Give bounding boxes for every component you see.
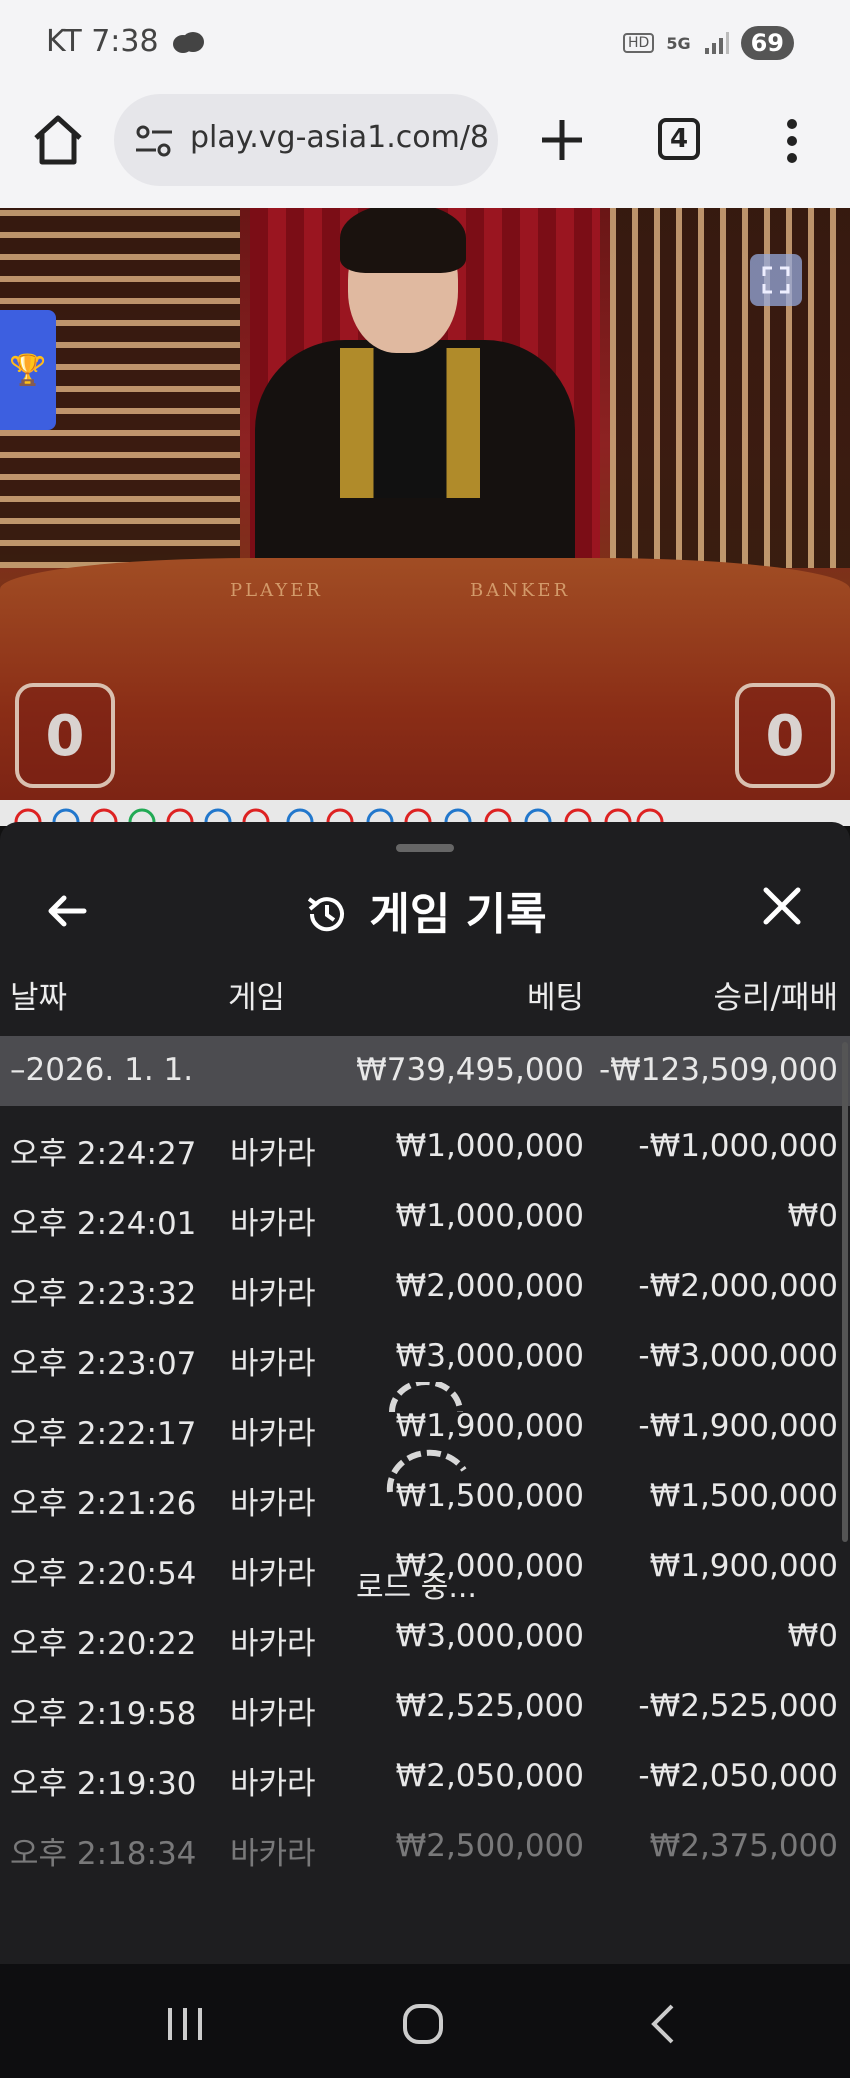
row-result: -₩2,000,000 [638,1268,838,1304]
5g-icon: 5G [666,33,691,53]
row-result: ₩1,900,000 [649,1548,838,1584]
row-date: 오후 2:19:58 [10,1696,197,1732]
table-row[interactable]: 오후 2:24:27 바카라 ₩1,000,000 -₩1,000,000 [0,1112,850,1182]
row-result: ₩2,375,000 [649,1828,838,1864]
table-row[interactable]: 오후 2:23:32 바카라 ₩2,000,000 -₩2,000,000 [0,1252,850,1322]
live-video: PLAYER BANKER 0 0 🏆 [0,208,850,800]
table-row[interactable]: 오후 2:18:34 바카라 ₩2,500,000 ₩2,375,000 [0,1812,850,1882]
row-date: 오후 2:20:54 [10,1556,197,1592]
row-bet: ₩2,000,000 [395,1268,584,1304]
site-settings-icon[interactable] [134,124,174,158]
cloud-icon [172,31,204,53]
row-bet: ₩2,525,000 [395,1688,584,1724]
row-game: 바카라 [230,1346,316,1382]
table-row[interactable]: 오후 2:20:22 바카라 ₩3,000,000 ₩0 [0,1602,850,1672]
row-game: 바카라 [230,1416,316,1452]
table-row[interactable]: 오후 2:19:30 바카라 ₩2,050,000 -₩2,050,000 [0,1742,850,1812]
loading-text: 로드 중... [356,1570,477,1605]
row-game: 바카라 [230,1626,316,1662]
address-bar[interactable]: play.vg-asia1.com/8 [114,94,498,186]
row-result: ₩0 [787,1198,838,1234]
row-date: 오후 2:22:17 [10,1416,197,1452]
signal-icon [704,32,729,54]
row-result: -₩2,525,000 [638,1688,838,1724]
scrollbar[interactable] [842,1042,848,1542]
tab-switcher-button[interactable]: 4 [658,118,700,160]
more-menu-icon[interactable] [782,116,802,166]
row-game: 바카라 [230,1766,316,1802]
row-bet: ₩1,000,000 [395,1198,584,1234]
row-date: 오후 2:24:27 [10,1136,197,1172]
row-date: 오후 2:23:07 [10,1346,197,1382]
row-game: 바카라 [230,1206,316,1242]
home-icon[interactable] [30,112,86,168]
back-nav-icon[interactable] [640,2004,690,2044]
row-game: 바카라 [230,1836,316,1872]
row-game: 바카라 [230,1486,316,1522]
trophy-button[interactable]: 🏆 [0,310,56,430]
summary-date: –2026. 1. 1. [10,1052,194,1088]
home-nav-icon[interactable] [398,2004,448,2044]
close-icon[interactable] [760,884,804,928]
row-date: 오후 2:23:32 [10,1276,197,1312]
history-icon [308,897,345,932]
system-nav-bar [0,1964,850,2078]
row-date: 오후 2:18:34 [10,1836,197,1872]
row-result: -₩2,050,000 [638,1758,838,1794]
col-header-bet[interactable]: 베팅 [527,972,584,1017]
row-result: -₩1,000,000 [638,1128,838,1164]
fullscreen-button[interactable] [750,254,802,306]
status-bar: KT 7:38 HD 5G 69 [0,0,850,88]
table-row[interactable]: 오후 2:19:58 바카라 ₩2,525,000 -₩2,525,000 [0,1672,850,1742]
carrier-time: KT 7:38 [46,24,159,59]
loading-spinner-icon [386,1382,467,1493]
game-history-sheet: 게임 기록 날짜 게임 베팅 승리/패배 –2026. 1. 1. ₩739,4… [0,822,850,1964]
row-game: 바카라 [230,1136,316,1172]
row-bet: ₩1,000,000 [395,1128,584,1164]
row-date: 오후 2:24:01 [10,1206,197,1242]
status-left: KT 7:38 [46,24,205,59]
dealer-hair [340,208,466,273]
new-tab-icon[interactable] [536,114,588,166]
recent-apps-icon[interactable] [160,2004,210,2044]
row-result: ₩1,500,000 [649,1478,838,1514]
summary-bet: ₩739,495,000 [356,1052,584,1088]
fullscreen-icon [762,266,790,294]
sheet-title: 게임 기록 [0,878,850,942]
url-text: play.vg-asia1.com/8 [190,120,490,155]
row-bet: ₩2,050,000 [395,1758,584,1794]
status-right: HD 5G 69 [623,26,794,60]
summary-row[interactable]: –2026. 1. 1. ₩739,495,000 -₩123,509,000 [0,1036,850,1106]
row-date: 오후 2:19:30 [10,1766,197,1802]
hd-icon: HD [623,33,655,53]
player-score: 0 [15,683,115,788]
col-header-game[interactable]: 게임 [228,972,285,1017]
row-game: 바카라 [230,1556,316,1592]
row-result: ₩0 [787,1618,838,1654]
lattice-decor-right [610,208,850,568]
row-game: 바카라 [230,1696,316,1732]
browser-toolbar: play.vg-asia1.com/8 4 [0,88,850,208]
col-header-date[interactable]: 날짜 [10,972,67,1017]
dealer-lapel [340,348,480,498]
row-bet: ₩3,000,000 [395,1338,584,1374]
row-date: 오후 2:20:22 [10,1626,197,1662]
baccarat-table [0,558,850,800]
row-result: -₩3,000,000 [638,1338,838,1374]
row-game: 바카라 [230,1276,316,1312]
row-bet: ₩2,500,000 [395,1828,584,1864]
sheet-title-text: 게임 기록 [369,889,547,940]
col-header-result[interactable]: 승리/패배 [713,972,838,1017]
row-date: 오후 2:21:26 [10,1486,197,1522]
table-row[interactable]: 오후 2:24:01 바카라 ₩1,000,000 ₩0 [0,1182,850,1252]
player-label: PLAYER [230,580,323,601]
row-result: -₩1,900,000 [638,1408,838,1444]
summary-result: -₩123,509,000 [598,1052,838,1088]
row-bet: ₩3,000,000 [395,1618,584,1654]
banker-score: 0 [735,683,835,788]
trophy-icon: 🏆 [9,352,47,388]
banker-label: BANKER [470,580,571,601]
drag-handle[interactable] [396,844,454,852]
battery-indicator: 69 [740,26,794,60]
